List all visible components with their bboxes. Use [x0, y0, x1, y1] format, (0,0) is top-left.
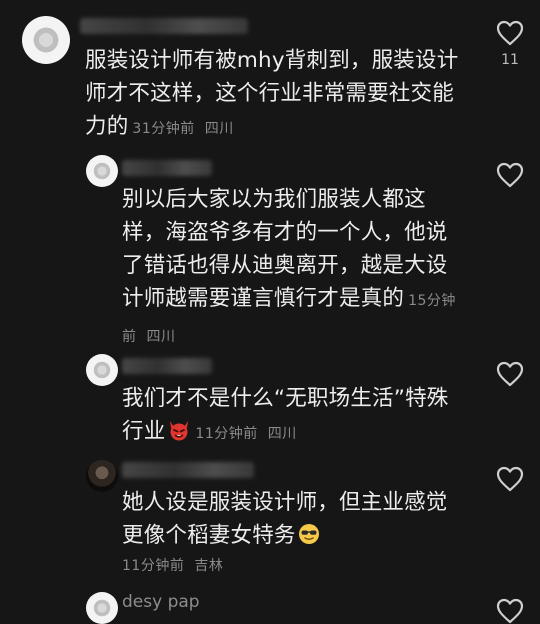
comment-time: 31分钟前 — [132, 121, 195, 137]
like-count: 11 — [501, 52, 519, 68]
comment-body: 服装设计师有被mhy背刺到，服装设计师才不这样，这个行业非常需要社交能力的 31分… — [85, 44, 465, 146]
username-blurred[interactable] — [122, 358, 212, 374]
like-button[interactable] — [490, 598, 530, 624]
comment-meta: 11分钟前 四川 — [195, 426, 296, 442]
avatar[interactable] — [86, 354, 118, 386]
comment-location: 四川 — [204, 121, 234, 137]
cool-sunglasses-emoji — [298, 524, 319, 544]
avatar[interactable] — [22, 16, 70, 64]
like-button[interactable] — [490, 361, 530, 387]
heart-outline-icon — [496, 466, 524, 492]
avatar[interactable] — [86, 592, 118, 624]
comment-text: 她人设是服装设计师，但主业感觉更像个稻妻女特务 — [122, 490, 448, 548]
devil-emoji — [170, 421, 189, 441]
username[interactable]: desy pap — [122, 592, 200, 612]
heart-outline-icon — [496, 162, 524, 188]
comment-location: 四川 — [146, 329, 176, 345]
comment-meta: 31分钟前 四川 — [132, 121, 233, 137]
comment-text: 别以后大家以为我们服装人都这样，海盗爷多有才的一个人，他说了错话也得从迪奥离开，… — [122, 187, 448, 311]
comment-time: 11分钟前 — [195, 426, 258, 442]
comment-location: 吉林 — [194, 558, 224, 574]
comment-location: 四川 — [267, 426, 297, 442]
avatar[interactable] — [86, 460, 118, 492]
comment-body: 别以后大家以为我们服装人都这样，海盗爷多有才的一个人，他说了错话也得从迪奥离开，… — [122, 183, 457, 354]
like-button[interactable] — [490, 162, 530, 188]
heart-outline-icon — [496, 361, 524, 387]
comment-body: 我们才不是什么“无职场生活”特殊行业 11分钟前 四川 — [122, 382, 457, 451]
username-blurred[interactable] — [122, 462, 254, 478]
comment-meta: 11分钟前 吉林 — [122, 555, 223, 575]
avatar[interactable] — [86, 155, 118, 187]
heart-outline-icon — [496, 598, 524, 624]
like-button[interactable]: 11 — [490, 20, 530, 68]
comment-body: 她人设是服装设计师，但主业感觉更像个稻妻女特务 — [122, 486, 457, 552]
username-blurred[interactable] — [122, 160, 212, 176]
like-button[interactable] — [490, 466, 530, 492]
username-blurred[interactable] — [80, 18, 248, 34]
heart-outline-icon — [496, 20, 524, 46]
comment-time: 11分钟前 — [122, 558, 185, 574]
